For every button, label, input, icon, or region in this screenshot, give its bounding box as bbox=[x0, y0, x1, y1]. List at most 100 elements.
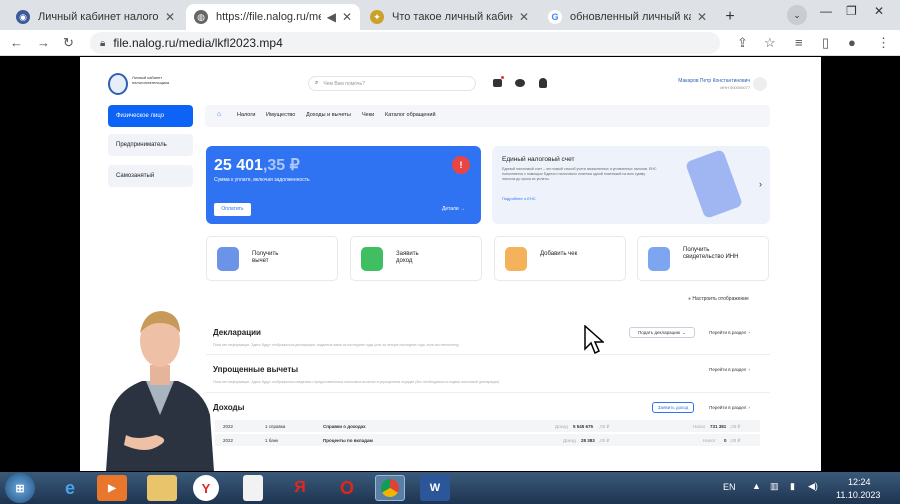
new-tab-button[interactable]: + bbox=[719, 6, 741, 28]
bookmark-star-icon[interactable]: ☆ bbox=[764, 35, 776, 51]
get-deduction-card[interactable]: Получить вычет bbox=[206, 236, 338, 281]
forward-icon[interactable]: → bbox=[37, 35, 50, 50]
declarations-go-button[interactable]: Перейти в раздел › bbox=[701, 327, 758, 338]
user-inn: ИНН 000000077 bbox=[720, 85, 750, 90]
nav-requests[interactable]: Каталог обращений bbox=[385, 112, 436, 118]
simplified-title: Упрощенные вычеты bbox=[213, 365, 299, 374]
declarations-desc: Пока нет информации. Здесь будут отображ… bbox=[213, 343, 460, 347]
word-icon[interactable]: W bbox=[420, 475, 450, 501]
tab-what-is[interactable]: ✦ Что такое личный кабинет ✕ bbox=[362, 4, 537, 30]
mouse-cursor-icon bbox=[584, 325, 604, 355]
folder-icon[interactable] bbox=[147, 475, 177, 501]
receipt-icon bbox=[505, 247, 527, 271]
balance-card: 25 401,35 ₽ Сумма к уплате, включая задо… bbox=[206, 146, 481, 224]
chrome-icon[interactable] bbox=[375, 475, 405, 501]
back-icon[interactable]: ← bbox=[10, 35, 23, 50]
document-icon[interactable] bbox=[243, 475, 263, 501]
details-link[interactable]: Детали → bbox=[442, 206, 465, 212]
sidebar-item-self-employed[interactable]: Самозанятый bbox=[108, 165, 193, 187]
declare-income-card[interactable]: Заявить доход bbox=[350, 236, 482, 281]
carousel-next-icon[interactable]: › bbox=[759, 179, 762, 189]
declare-income-button[interactable]: Заявить доход bbox=[652, 402, 694, 413]
yandex-icon[interactable]: Я bbox=[285, 475, 315, 501]
profile-icon[interactable]: ● bbox=[848, 35, 856, 50]
user-name: Макаров Петр Константинович bbox=[678, 78, 750, 84]
simplified-go-button[interactable]: Перейти в раздел › bbox=[701, 364, 758, 375]
nav-taxes[interactable]: Налоги bbox=[237, 112, 255, 118]
eye-icon[interactable] bbox=[515, 79, 525, 87]
tab-lk-nalog[interactable]: ◉ Личный кабинет налогопл ✕ bbox=[8, 4, 183, 30]
add-receipt-card[interactable]: Добавить чек bbox=[494, 236, 626, 281]
submit-declaration-button[interactable]: Подать декларацию ⌄ bbox=[629, 327, 695, 338]
nav-receipts[interactable]: Чеки bbox=[362, 112, 374, 118]
arrow-right-icon: › bbox=[748, 405, 750, 410]
row-kind: Справки о доходах bbox=[323, 424, 366, 429]
address-bar[interactable]: 🔒︎ file.nalog.ru/media/lkfl2023.mp4 bbox=[90, 32, 720, 54]
row-income-cents: ,00 ₽ bbox=[599, 438, 610, 443]
display-settings-link[interactable]: ● Настроить отображение bbox=[688, 296, 749, 302]
opera-icon[interactable]: O bbox=[332, 475, 362, 501]
speaker-icon[interactable]: ◀ bbox=[327, 10, 336, 24]
tray-expand-icon[interactable]: ▲ bbox=[752, 481, 761, 491]
id-card-icon bbox=[648, 247, 670, 271]
close-tab-icon[interactable]: ✕ bbox=[519, 10, 529, 24]
close-tab-icon[interactable]: ✕ bbox=[165, 10, 175, 24]
arrow-right-icon: › bbox=[748, 330, 750, 335]
sidebar-item-individual[interactable]: Физическое лицо bbox=[108, 105, 193, 127]
wallet-icon bbox=[217, 247, 239, 271]
row-income-label: Доход bbox=[563, 438, 576, 443]
go-label: Перейти в раздел bbox=[709, 405, 747, 410]
nav-property[interactable]: Имущество bbox=[266, 112, 295, 118]
reload-icon[interactable]: ↻ bbox=[63, 35, 74, 51]
ens-link[interactable]: Подробнее о ЕНС bbox=[502, 196, 536, 201]
table-row[interactable]: 2022 1 справка Справки о доходах Доход 5… bbox=[215, 420, 760, 432]
reading-list-icon[interactable]: ≡ bbox=[795, 35, 803, 50]
tab-search-icon[interactable]: ⌄ bbox=[787, 5, 807, 25]
messages-icon[interactable] bbox=[493, 79, 502, 87]
ie-icon[interactable]: e bbox=[55, 475, 85, 501]
close-tab-icon[interactable]: ✕ bbox=[342, 10, 352, 24]
get-inn-card[interactable]: Получить свидетельство ИНН bbox=[637, 236, 769, 281]
ens-text: Единый налоговый счет – это новый способ… bbox=[502, 167, 657, 181]
home-icon[interactable]: ⌂ bbox=[217, 111, 221, 118]
balance-integer: 25 401 bbox=[214, 157, 263, 174]
start-button[interactable]: ⊞ bbox=[5, 473, 35, 503]
pay-button[interactable]: Оплатить bbox=[214, 203, 251, 216]
balance-caption: Сумма к уплате, включая задолженность bbox=[214, 177, 310, 183]
volume-icon[interactable]: ◀) bbox=[808, 481, 818, 492]
avatar[interactable] bbox=[753, 77, 767, 91]
battery-icon[interactable]: ▮ bbox=[790, 481, 795, 492]
go-label: Перейти в раздел bbox=[709, 367, 747, 372]
row-tax: 731 381 bbox=[710, 424, 727, 429]
simplified-desc: Пока нет информации. Здесь будут отображ… bbox=[213, 380, 500, 384]
income-go-button[interactable]: Перейти в раздел › bbox=[701, 402, 758, 413]
lock-icon: 🔒︎ bbox=[100, 37, 106, 49]
clock-time[interactable]: 12:24 bbox=[848, 477, 871, 487]
close-tab-icon[interactable]: ✕ bbox=[697, 10, 707, 24]
card-label: Добавить чек bbox=[540, 251, 578, 257]
minimize-icon[interactable]: — bbox=[820, 4, 832, 18]
network-icon[interactable]: ▥ bbox=[770, 481, 779, 492]
maximize-icon[interactable]: ❐ bbox=[846, 4, 857, 18]
menu-icon[interactable]: ⋮ bbox=[877, 35, 890, 51]
language-indicator[interactable]: EN bbox=[723, 482, 736, 492]
notification-dot bbox=[501, 76, 504, 79]
tab-video[interactable]: ◍ https://file.nalog.ru/med ◀ ✕ bbox=[186, 4, 360, 30]
clock-date[interactable]: 11.10.2023 bbox=[836, 490, 880, 500]
site-search[interactable]: ⌕ Чем Вам помочь? bbox=[308, 76, 476, 91]
share-icon[interactable]: ⇪ bbox=[737, 35, 748, 51]
yandex-browser-icon[interactable]: Y bbox=[193, 475, 219, 501]
side-panel-icon[interactable]: ▯ bbox=[822, 35, 829, 51]
sidebar-item-entrepreneur[interactable]: Предприниматель bbox=[108, 134, 193, 156]
nav-income-deductions[interactable]: Доходы и вычеты bbox=[306, 112, 351, 118]
close-window-icon[interactable]: ✕ bbox=[874, 4, 884, 18]
tab-label: обновленный личный кабин bbox=[570, 11, 691, 23]
tab-google[interactable]: G обновленный личный кабин ✕ bbox=[540, 4, 715, 30]
media-player-icon[interactable]: ▶ bbox=[97, 475, 127, 501]
row-tax-cents: ,00 ₽ bbox=[730, 424, 741, 429]
taskbar: ⊞ e ▶ Y Я O W EN ▲ ▥ ▮ ◀) 12:24 11.10.20… bbox=[0, 472, 900, 504]
ens-title: Единый налоговый счет bbox=[502, 156, 575, 163]
site-logo-text: Личный кабинет налогоплательщика bbox=[132, 75, 170, 85]
bulb-icon[interactable] bbox=[539, 78, 547, 88]
table-row[interactable]: 2022 1 банк Проценты по вкладам Доход 28… bbox=[215, 434, 760, 446]
